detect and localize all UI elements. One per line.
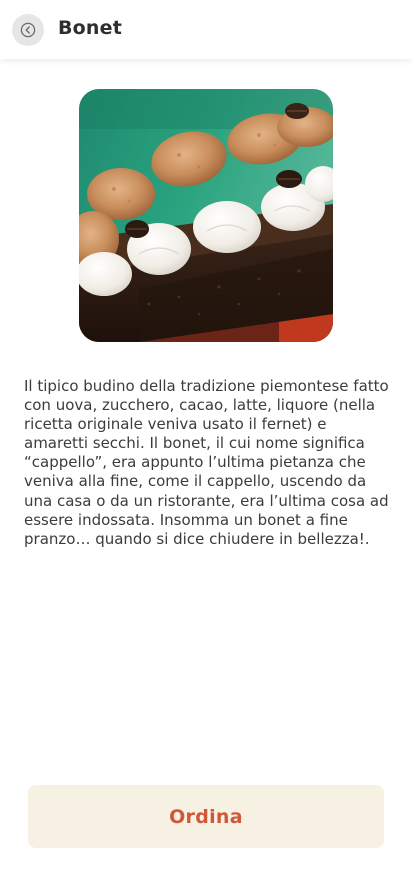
order-button-label: Ordina xyxy=(169,805,243,828)
product-description: Il tipico budino della tradizione piemon… xyxy=(24,377,389,548)
app-header: Bonet xyxy=(0,0,412,59)
page-title: Bonet xyxy=(58,17,123,39)
back-button[interactable] xyxy=(12,14,44,46)
order-button[interactable]: Ordina xyxy=(28,785,384,848)
chevron-left-circle-icon xyxy=(20,22,36,38)
product-image xyxy=(79,89,333,342)
